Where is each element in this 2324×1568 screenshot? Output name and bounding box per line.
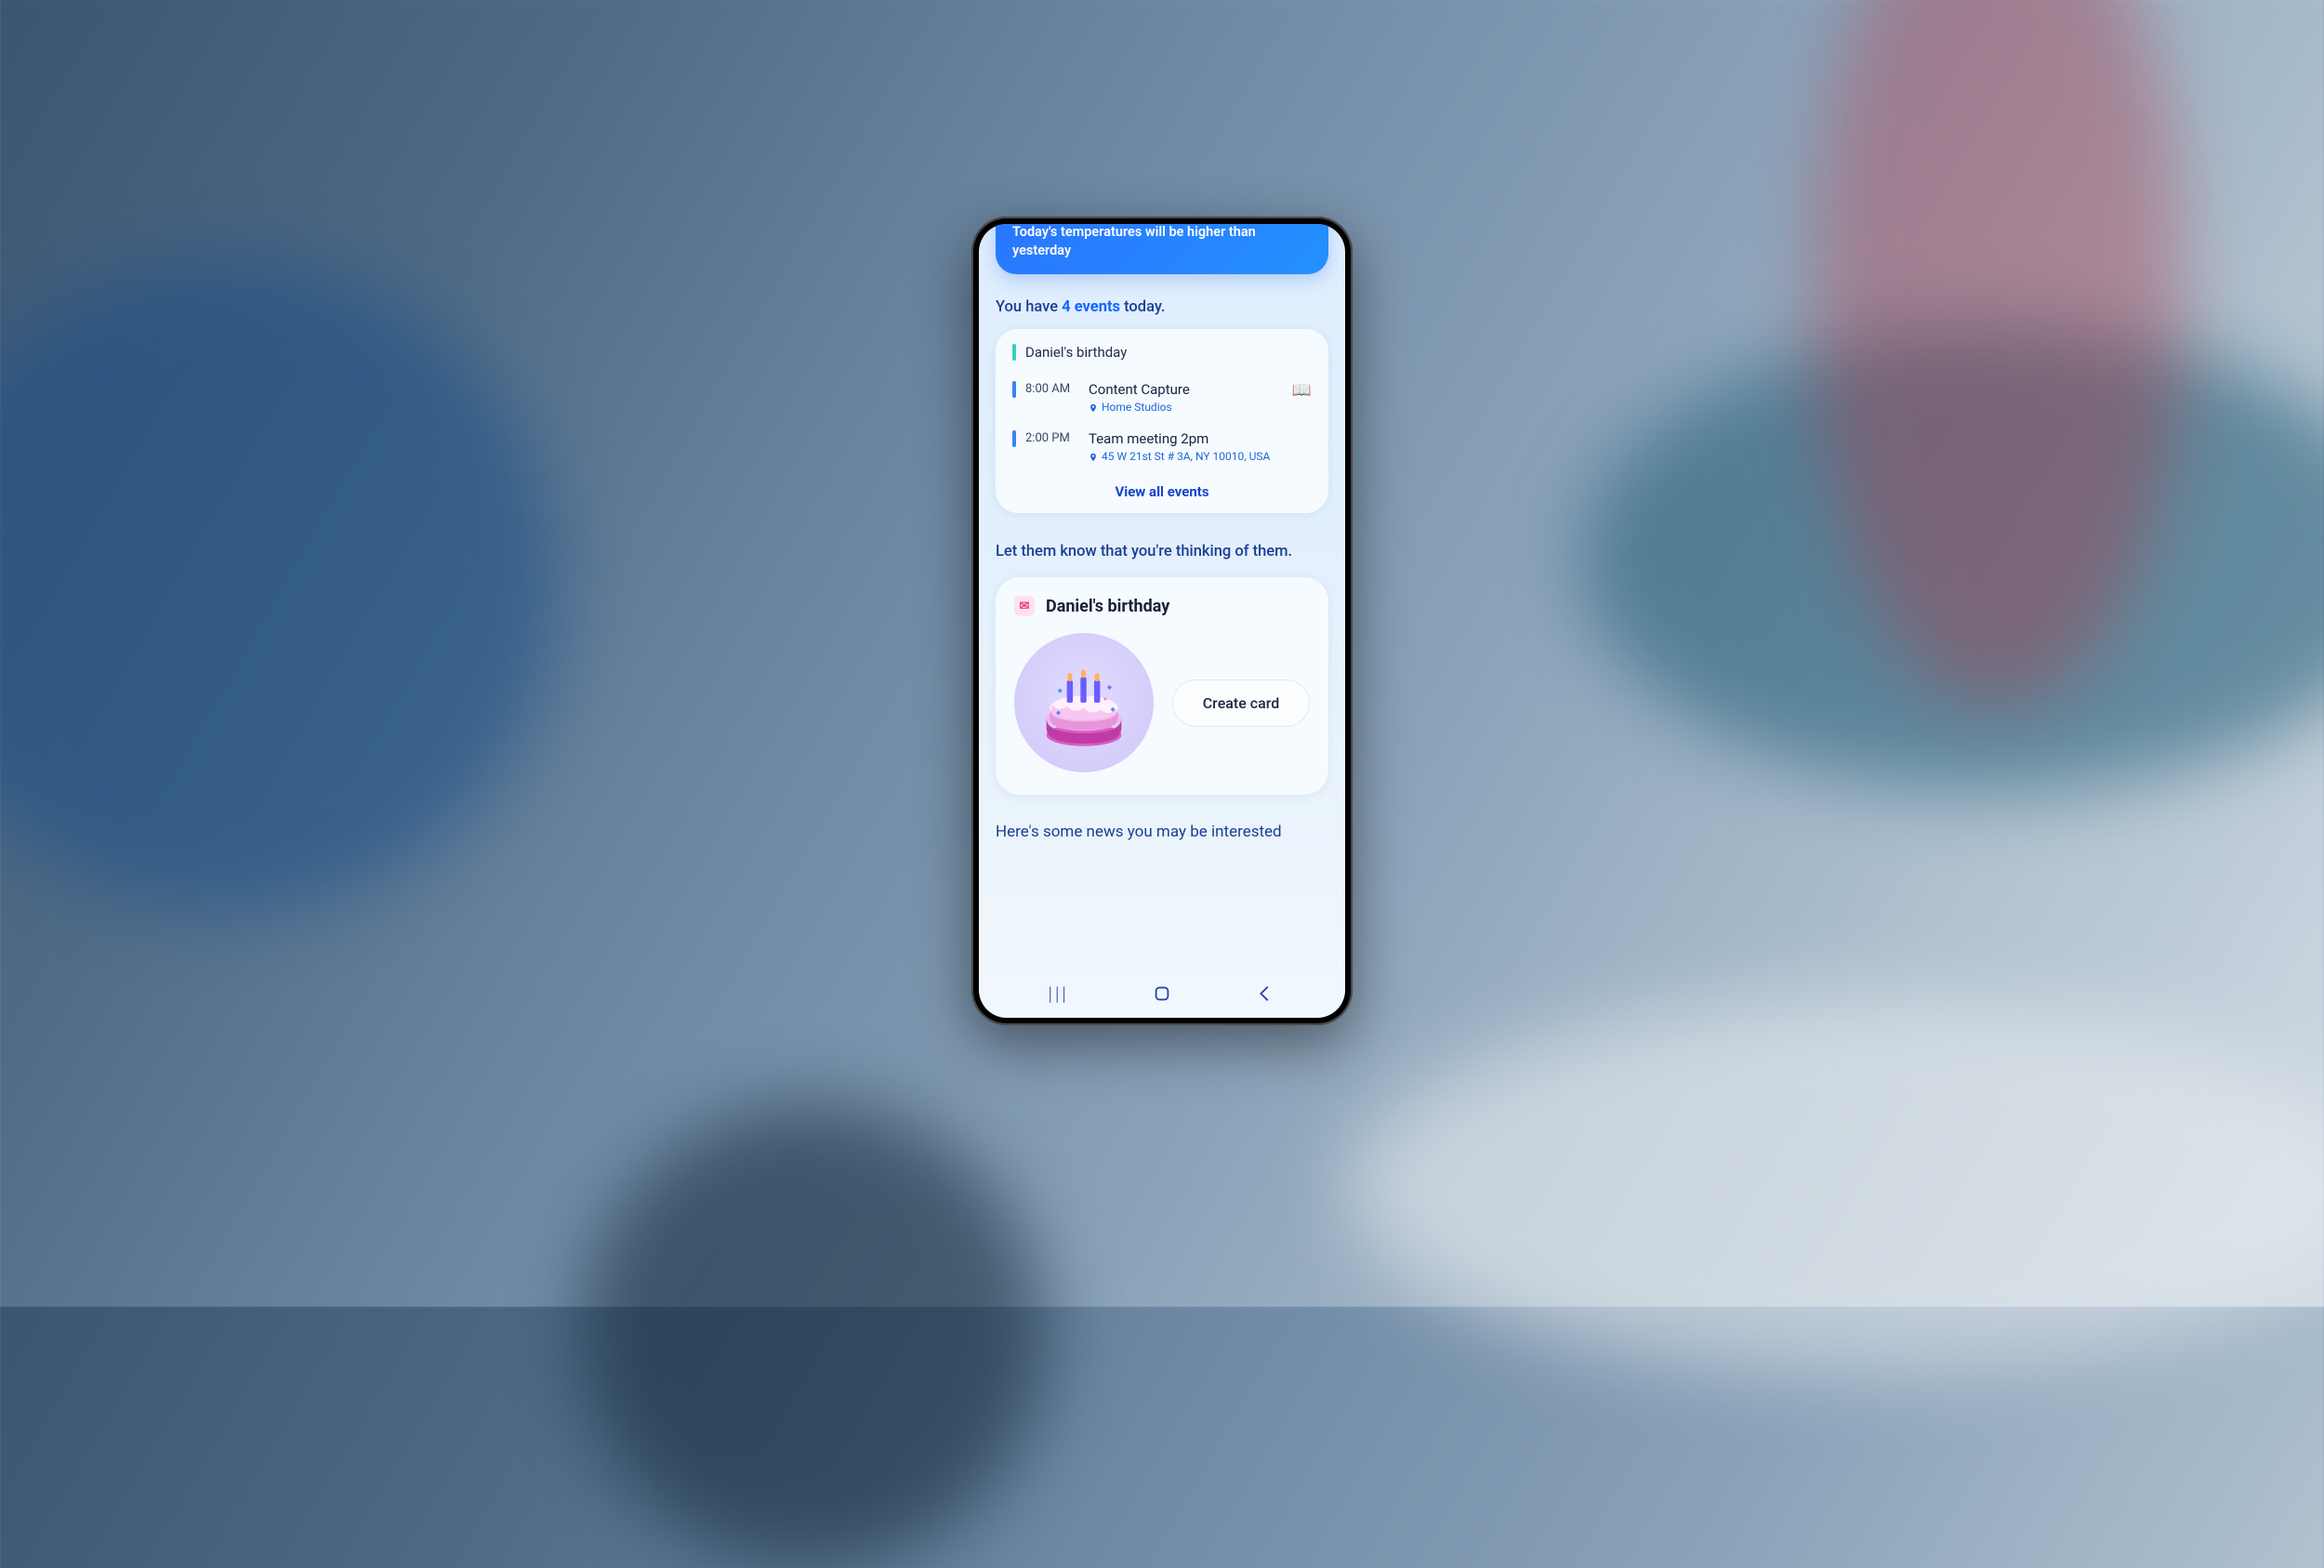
event-time: 8:00 AM — [1025, 381, 1079, 396]
event-title: Content Capture — [1089, 381, 1283, 398]
event-item[interactable]: 2:00 PM Team meeting 2pm 45 W 21st St # … — [1012, 421, 1312, 470]
feed-scroll[interactable]: Today's Temperature Today's temperatures… — [979, 224, 1345, 969]
news-heading: Here's some news you may be interested — [996, 823, 1328, 841]
birthday-card-title: Daniel's birthday — [1046, 597, 1169, 616]
calendar-color-bar — [1012, 344, 1016, 361]
phone-frame: Today's Temperature Today's temperatures… — [971, 217, 1353, 1025]
location-pin-icon — [1089, 402, 1098, 412]
event-location-text: Home Studios — [1102, 401, 1172, 414]
android-nav-bar: ||| — [979, 969, 1345, 1018]
nav-back-button[interactable] — [1247, 980, 1284, 1008]
cake-icon — [1033, 652, 1135, 754]
event-allday[interactable]: Daniel's birthday — [1012, 344, 1312, 372]
events-heading-pre: You have — [996, 298, 1062, 316]
calendar-color-bar — [1012, 430, 1016, 447]
birthday-card-header: ✉ Daniel's birthday — [1014, 596, 1310, 616]
weather-card[interactable]: Today's Temperature Today's temperatures… — [996, 224, 1328, 274]
weather-summary: Today's temperatures will be higher than… — [1012, 224, 1312, 259]
events-card[interactable]: Daniel's birthday 8:00 AM Content Captur… — [996, 329, 1328, 513]
create-card-button[interactable]: Create card — [1172, 679, 1310, 727]
nav-home-button[interactable] — [1143, 980, 1181, 1008]
calendar-color-bar — [1012, 381, 1016, 398]
event-title: Team meeting 2pm — [1089, 430, 1312, 447]
nav-recents-button[interactable]: ||| — [1040, 980, 1077, 1008]
event-allday-title: Daniel's birthday — [1025, 344, 1127, 361]
view-all-events-button[interactable]: View all events — [1012, 470, 1312, 500]
book-icon: 📖 — [1292, 381, 1312, 400]
event-time: 2:00 PM — [1025, 430, 1079, 445]
screen: Today's Temperature Today's temperatures… — [979, 224, 1345, 1018]
event-item[interactable]: 8:00 AM Content Capture Home Studios 📖 — [1012, 372, 1312, 421]
event-location-text: 45 W 21st St # 3A, NY 10010, USA — [1102, 450, 1270, 463]
envelope-icon: ✉ — [1014, 596, 1035, 616]
event-location: 45 W 21st St # 3A, NY 10010, USA — [1089, 450, 1312, 463]
events-heading-post: today. — [1120, 298, 1165, 316]
location-pin-icon — [1089, 452, 1098, 461]
events-count: 4 events — [1062, 298, 1120, 316]
cake-illustration — [1014, 633, 1154, 772]
birthday-card[interactable]: ✉ Daniel's birthday — [996, 577, 1328, 795]
thinking-heading: Let them know that you're thinking of th… — [996, 541, 1328, 562]
events-heading: You have 4 events today. — [996, 298, 1328, 316]
event-location: Home Studios — [1089, 401, 1283, 414]
